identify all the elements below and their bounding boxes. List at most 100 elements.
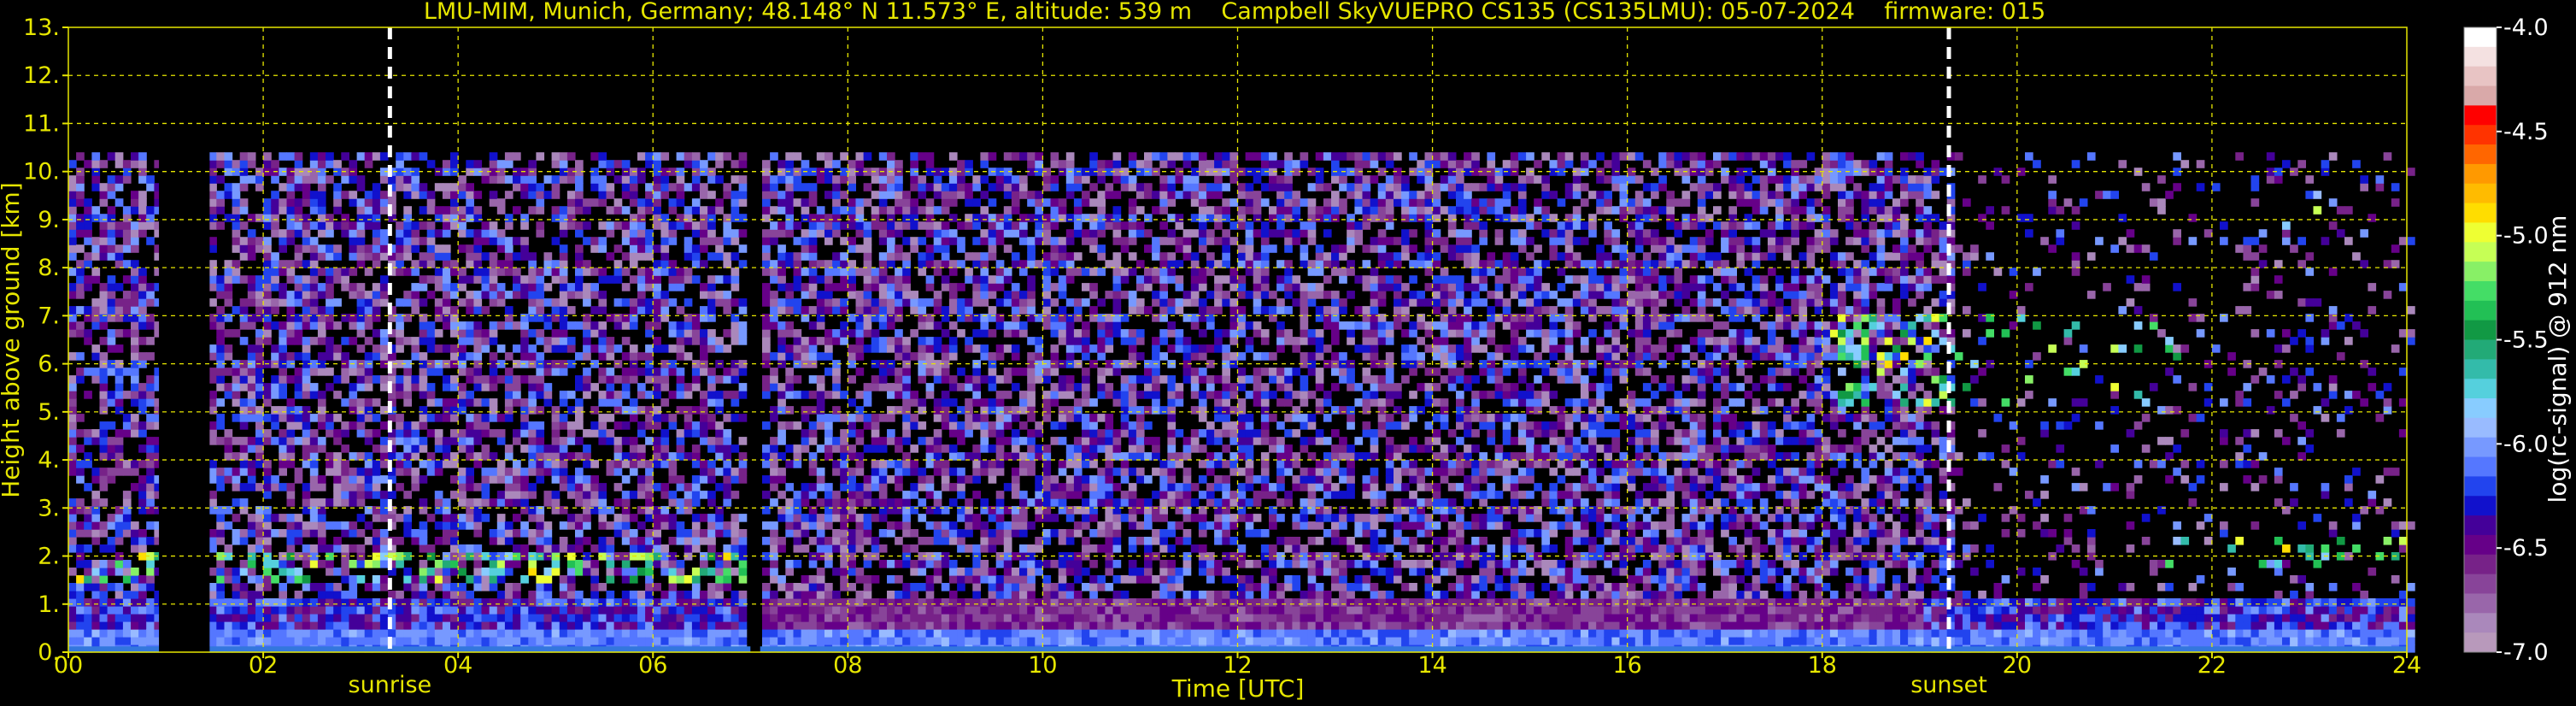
heatmap-cell (232, 306, 241, 315)
heatmap-cell (481, 252, 490, 261)
heatmap-cell (575, 221, 584, 230)
heatmap-cell (895, 368, 903, 376)
heatmap-cell (801, 406, 810, 415)
heatmap-cell (263, 621, 272, 630)
heatmap-cell (255, 506, 264, 515)
heatmap-cell (700, 329, 708, 338)
heatmap-cell (793, 598, 802, 607)
heatmap-cell (832, 414, 841, 422)
heatmap-cell (442, 537, 451, 545)
heatmap-cell (356, 560, 366, 568)
heatmap-cell (918, 437, 927, 445)
heatmap-cell (653, 160, 661, 168)
heatmap-cell (239, 537, 249, 545)
heatmap-cell (613, 268, 623, 276)
heatmap-cell (653, 268, 661, 276)
heatmap-cell (590, 429, 599, 438)
heatmap-cell (902, 237, 911, 245)
heatmap-cell (965, 221, 973, 230)
heatmap-cell (551, 275, 560, 284)
heatmap-cell (91, 468, 101, 476)
heatmap-cell (566, 152, 576, 161)
heatmap-cell (208, 421, 217, 430)
heatmap-cell (621, 160, 631, 168)
heatmap-cell (372, 183, 381, 191)
heatmap-cell (715, 521, 724, 530)
heatmap-cell (863, 591, 872, 599)
heatmap-cell (645, 537, 654, 545)
heatmap-cell (731, 160, 740, 168)
heatmap-cell (590, 606, 599, 615)
heatmap-cell (356, 314, 366, 322)
heatmap-cell (356, 475, 366, 484)
heatmap-cell (941, 629, 950, 638)
heatmap-cell (146, 537, 155, 545)
heatmap-cell (613, 406, 623, 415)
heatmap-cell (528, 298, 537, 307)
heatmap-cell (247, 468, 256, 476)
heatmap-cell (777, 344, 786, 353)
heatmap-cell (543, 568, 553, 576)
heatmap-cell (131, 321, 139, 330)
heatmap-cell (68, 244, 77, 253)
heatmap-cell (349, 621, 358, 630)
heatmap-cell (489, 321, 498, 330)
heatmap-cell (801, 252, 810, 261)
heatmap-cell (543, 368, 553, 376)
heatmap-cell (941, 344, 950, 353)
heatmap-cell (668, 268, 678, 276)
heatmap-cell (645, 268, 654, 276)
heatmap-cell (138, 529, 147, 538)
heatmap-cell (871, 598, 880, 607)
heatmap-cell (676, 191, 685, 199)
heatmap-cell (871, 429, 880, 438)
heatmap-cell (598, 606, 607, 615)
heatmap-cell (980, 614, 989, 622)
heatmap-cell (138, 506, 147, 515)
heatmap-cell (645, 321, 654, 330)
heatmap-cell (777, 329, 786, 338)
heatmap-cell (691, 483, 701, 491)
heatmap-cell (848, 429, 856, 438)
heatmap-cell (668, 298, 678, 307)
heatmap-cell (543, 337, 553, 345)
heatmap-cell (520, 606, 529, 615)
heatmap-cell (918, 152, 927, 161)
heatmap-cell (676, 383, 685, 391)
heatmap-cell (840, 391, 848, 399)
heatmap-cell (871, 268, 880, 276)
heatmap-cell (832, 160, 841, 168)
heatmap-cell (489, 575, 498, 584)
heatmap-cell (68, 614, 77, 622)
heatmap-cell (294, 614, 303, 622)
heatmap-cell (76, 606, 85, 615)
heatmap-cell (707, 375, 716, 384)
heatmap-cell (379, 598, 389, 607)
heatmap-cell (68, 237, 77, 245)
heatmap-cell (645, 283, 654, 291)
heatmap-cell (396, 468, 404, 476)
heatmap-cell (442, 344, 451, 353)
heatmap-cell (232, 198, 241, 207)
heatmap-cell (107, 475, 116, 484)
heatmap-cell (902, 591, 911, 599)
heatmap-cell (496, 206, 506, 215)
heatmap-cell (473, 506, 483, 515)
heatmap-cell (840, 329, 848, 338)
heatmap-cell (232, 575, 241, 584)
heatmap-cell (941, 252, 950, 261)
heatmap-cell (536, 337, 545, 345)
heatmap-cell (317, 221, 326, 230)
heatmap-cell (466, 614, 474, 622)
heatmap-cell (255, 452, 264, 461)
heatmap-cell (302, 375, 311, 384)
heatmap-cell (995, 321, 1005, 330)
heatmap-cell (621, 337, 631, 345)
heatmap-cell (629, 614, 638, 622)
heatmap-cell (551, 621, 560, 630)
heatmap-cell (863, 629, 872, 638)
heatmap-cell (972, 344, 981, 353)
heatmap-cell (832, 444, 841, 453)
heatmap-cell (848, 529, 856, 538)
heatmap-cell (770, 183, 778, 191)
